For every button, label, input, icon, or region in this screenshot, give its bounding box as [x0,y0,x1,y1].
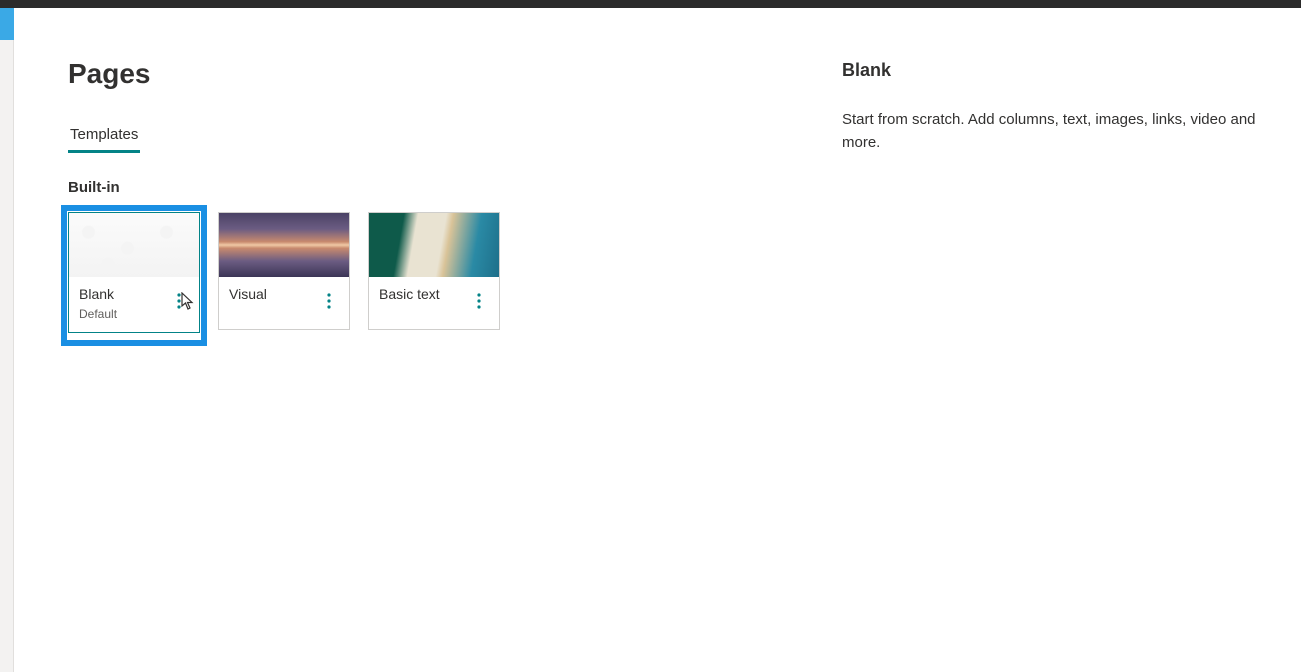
template-subtitle-blank: Default [79,306,117,322]
more-vertical-icon [327,293,331,314]
more-menu-blank[interactable] [169,289,189,317]
template-thumb-visual [219,213,349,277]
template-card-visual-wrap: Visual [218,212,350,330]
template-title-blank: Blank [79,285,117,304]
left-accent-strip [0,8,14,40]
main-content: Pages Templates Built-in Blank Default [14,8,1301,672]
more-vertical-icon [177,293,181,314]
template-card-blank-wrap: Blank Default [68,212,200,333]
template-card-basic[interactable]: Basic text [368,212,500,330]
detail-title: Blank [842,60,1283,81]
left-edge-panel [0,40,14,672]
template-meta: Visual [219,277,349,329]
template-card-blank[interactable]: Blank Default [68,212,200,333]
detail-description: Start from scratch. Add columns, text, i… [842,109,1283,154]
template-title-visual: Visual [229,285,267,304]
window-top-bar [0,0,1301,8]
template-text: Basic text [379,285,440,304]
template-text: Blank Default [79,285,117,322]
templates-pane: Pages Templates Built-in Blank Default [14,8,824,672]
tab-templates[interactable]: Templates [68,120,140,151]
template-thumb-basic [369,213,499,277]
template-text: Visual [229,285,267,304]
builtin-section-label: Built-in [68,179,770,196]
template-card-basic-wrap: Basic text [368,212,500,330]
template-meta: Basic text [369,277,499,329]
template-card-visual[interactable]: Visual [218,212,350,330]
template-thumb-blank [69,213,199,277]
more-vertical-icon [477,293,481,314]
more-menu-basic[interactable] [469,289,489,317]
more-menu-visual[interactable] [319,289,339,317]
template-card-row: Blank Default [68,212,770,333]
template-meta: Blank Default [69,277,199,332]
template-title-basic: Basic text [379,285,440,304]
detail-pane: Blank Start from scratch. Add columns, t… [824,8,1301,672]
page-title: Pages [68,58,770,90]
tab-bar: Templates [68,120,770,151]
